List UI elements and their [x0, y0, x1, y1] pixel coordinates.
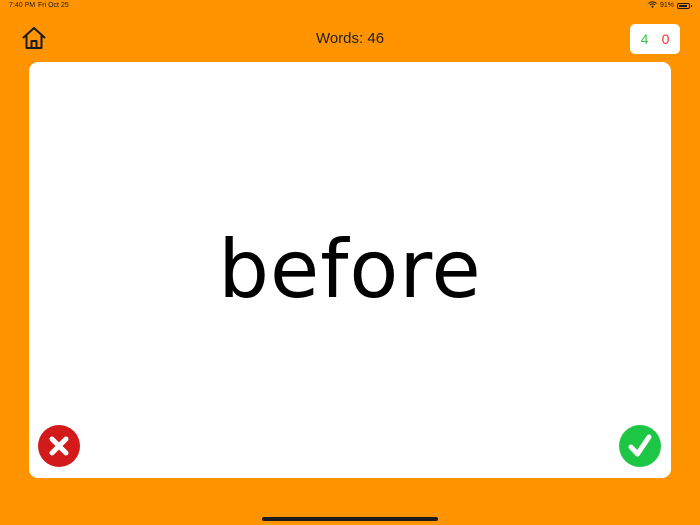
x-icon — [49, 436, 69, 456]
wrong-count: 0 — [661, 31, 670, 47]
status-indicators: 91% — [648, 1, 692, 10]
wrong-button[interactable] — [38, 425, 80, 467]
correct-button[interactable] — [619, 425, 661, 467]
status-date: Fri Oct 25 — [38, 2, 69, 9]
status-bar: 7:40 PM Fri Oct 25 91% — [0, 0, 700, 12]
home-indicator[interactable] — [262, 517, 438, 521]
wifi-icon — [648, 1, 657, 10]
battery-icon — [677, 2, 692, 9]
correct-count: 4 — [640, 31, 649, 47]
battery-percentage: 91% — [659, 2, 674, 9]
flashcard[interactable]: before — [29, 62, 671, 478]
page-title: Words: 46 — [315, 30, 385, 47]
flashcard-word: before — [218, 223, 482, 316]
checkmark-icon — [628, 434, 652, 457]
status-time: 7:40 PM — [9, 2, 36, 9]
score-box: 4 0 — [630, 24, 680, 54]
